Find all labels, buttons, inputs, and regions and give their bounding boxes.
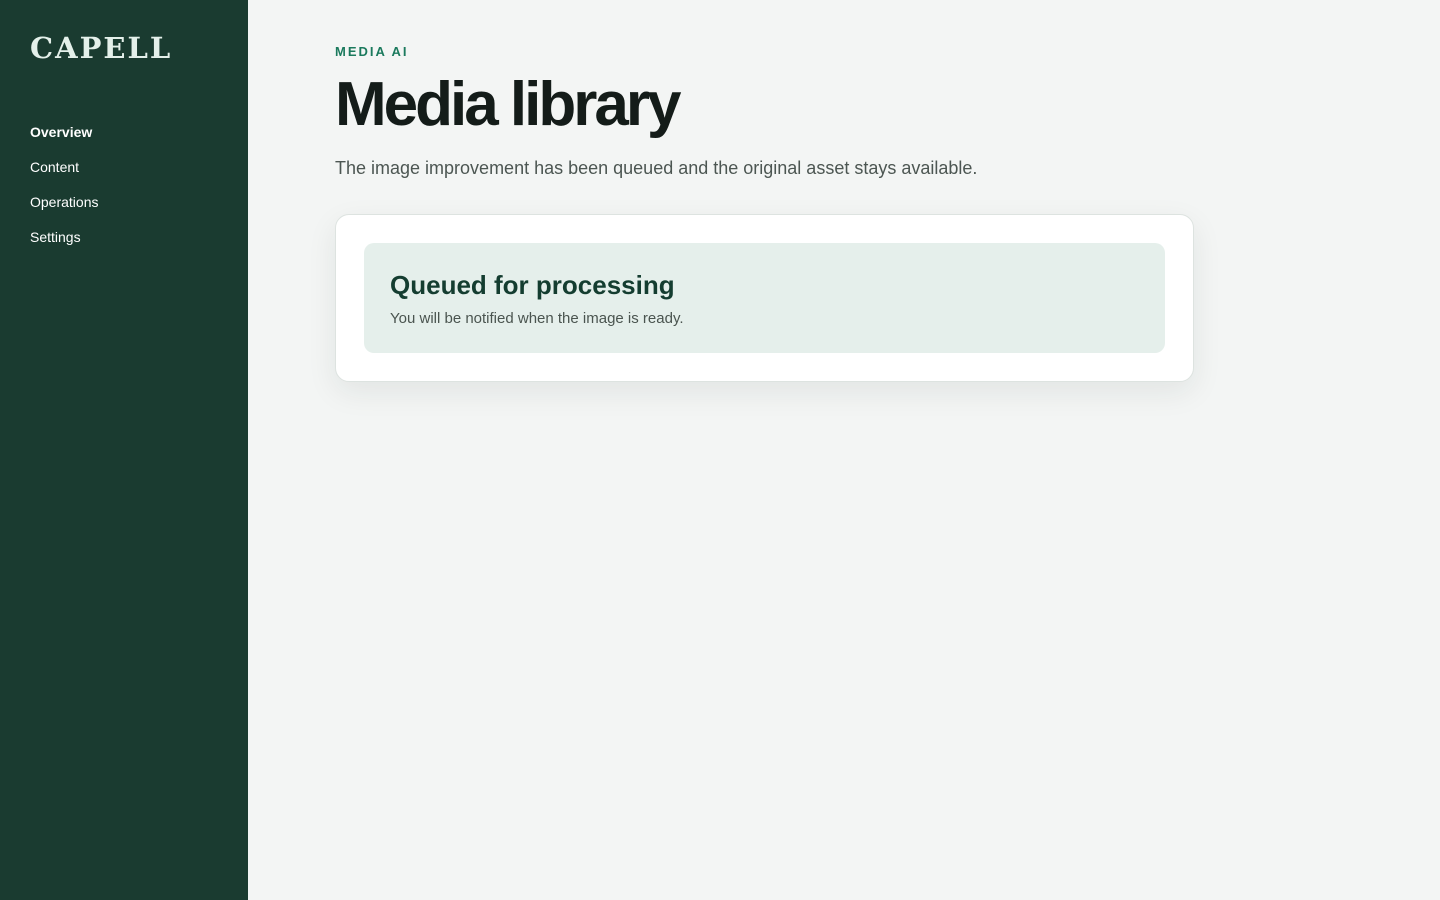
- main-content: MEDIA AI Media library The image improve…: [248, 0, 1440, 900]
- sidebar-item-content[interactable]: Content: [30, 157, 218, 177]
- sidebar: CAPELL Overview Content Operations Setti…: [0, 0, 248, 900]
- sidebar-item-settings[interactable]: Settings: [30, 227, 218, 247]
- page-title: Media library: [335, 70, 681, 139]
- page-subtitle: The image improvement has been queued an…: [335, 158, 978, 178]
- notice-text: You will be notified when the image is r…: [390, 310, 684, 327]
- sidebar-nav: Overview Content Operations Settings: [30, 122, 218, 262]
- notice-title: Queued for processing: [390, 270, 675, 300]
- queued-notice: Queued for processing You will be notifi…: [364, 243, 1165, 353]
- sidebar-item-operations[interactable]: Operations: [30, 192, 218, 212]
- sidebar-item-overview[interactable]: Overview: [30, 122, 218, 142]
- brand-logo[interactable]: CAPELL: [30, 32, 218, 64]
- section-eyebrow: MEDIA AI: [335, 44, 409, 59]
- app-shell: CAPELL Overview Content Operations Setti…: [0, 0, 1440, 900]
- status-card: Queued for processing You will be notifi…: [335, 214, 1194, 382]
